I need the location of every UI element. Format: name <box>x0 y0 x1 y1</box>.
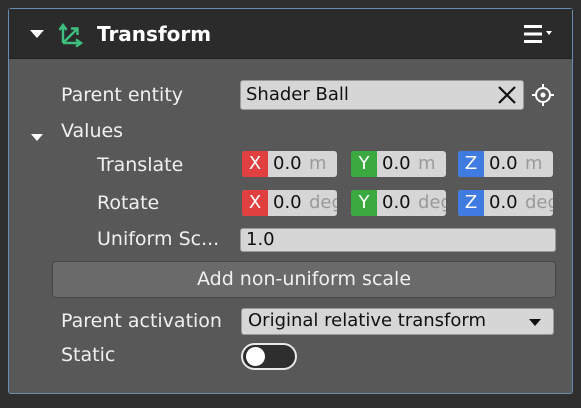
parent-activation-label: Parent activation <box>61 310 222 332</box>
values-section-label: Values <box>61 120 124 142</box>
y-axis-badge: Y <box>351 190 377 216</box>
add-non-uniform-scale-button[interactable]: Add non-uniform scale <box>52 261 556 298</box>
transform-component-panel: Transform Parent entity Shader Ball Valu… <box>8 8 573 394</box>
uniform-scale-label: Uniform Sc... <box>97 228 220 250</box>
translate-x-field[interactable]: X 0.0 m <box>242 151 337 177</box>
hamburger-menu-icon[interactable] <box>524 23 554 45</box>
rotate-z-field[interactable]: Z 0.0 deg <box>458 190 553 216</box>
z-axis-badge: Z <box>458 190 484 216</box>
parent-entity-field[interactable]: Shader Ball <box>240 80 524 110</box>
translate-z-field[interactable]: Z 0.0 m <box>458 151 553 177</box>
chevron-down-icon <box>529 319 541 326</box>
y-axis-badge: Y <box>351 151 377 177</box>
x-axis-badge: X <box>242 190 268 216</box>
component-title: Transform <box>97 22 212 46</box>
entity-picker-target-icon[interactable] <box>531 83 555 107</box>
translate-label: Translate <box>97 154 184 176</box>
rotate-x-field[interactable]: X 0.0 deg <box>242 190 337 216</box>
rotate-y-field[interactable]: Y 0.0 deg <box>351 190 446 216</box>
translate-y-field[interactable]: Y 0.0 m <box>351 151 446 177</box>
transform-axes-icon <box>58 22 84 48</box>
static-toggle[interactable] <box>241 343 297 370</box>
x-axis-badge: X <box>242 151 268 177</box>
component-header: Transform <box>9 9 572 59</box>
uniform-scale-field[interactable]: 1.0 <box>240 228 556 252</box>
toggle-knob <box>246 347 265 366</box>
collapse-caret-icon[interactable] <box>30 30 44 38</box>
rotate-label: Rotate <box>97 192 160 214</box>
parent-activation-dropdown[interactable]: Original relative transform <box>241 308 554 335</box>
values-collapse-caret-icon[interactable] <box>31 134 43 141</box>
clear-icon[interactable] <box>495 83 519 107</box>
static-label: Static <box>61 344 116 366</box>
parent-entity-label: Parent entity <box>61 84 184 106</box>
z-axis-badge: Z <box>458 151 484 177</box>
